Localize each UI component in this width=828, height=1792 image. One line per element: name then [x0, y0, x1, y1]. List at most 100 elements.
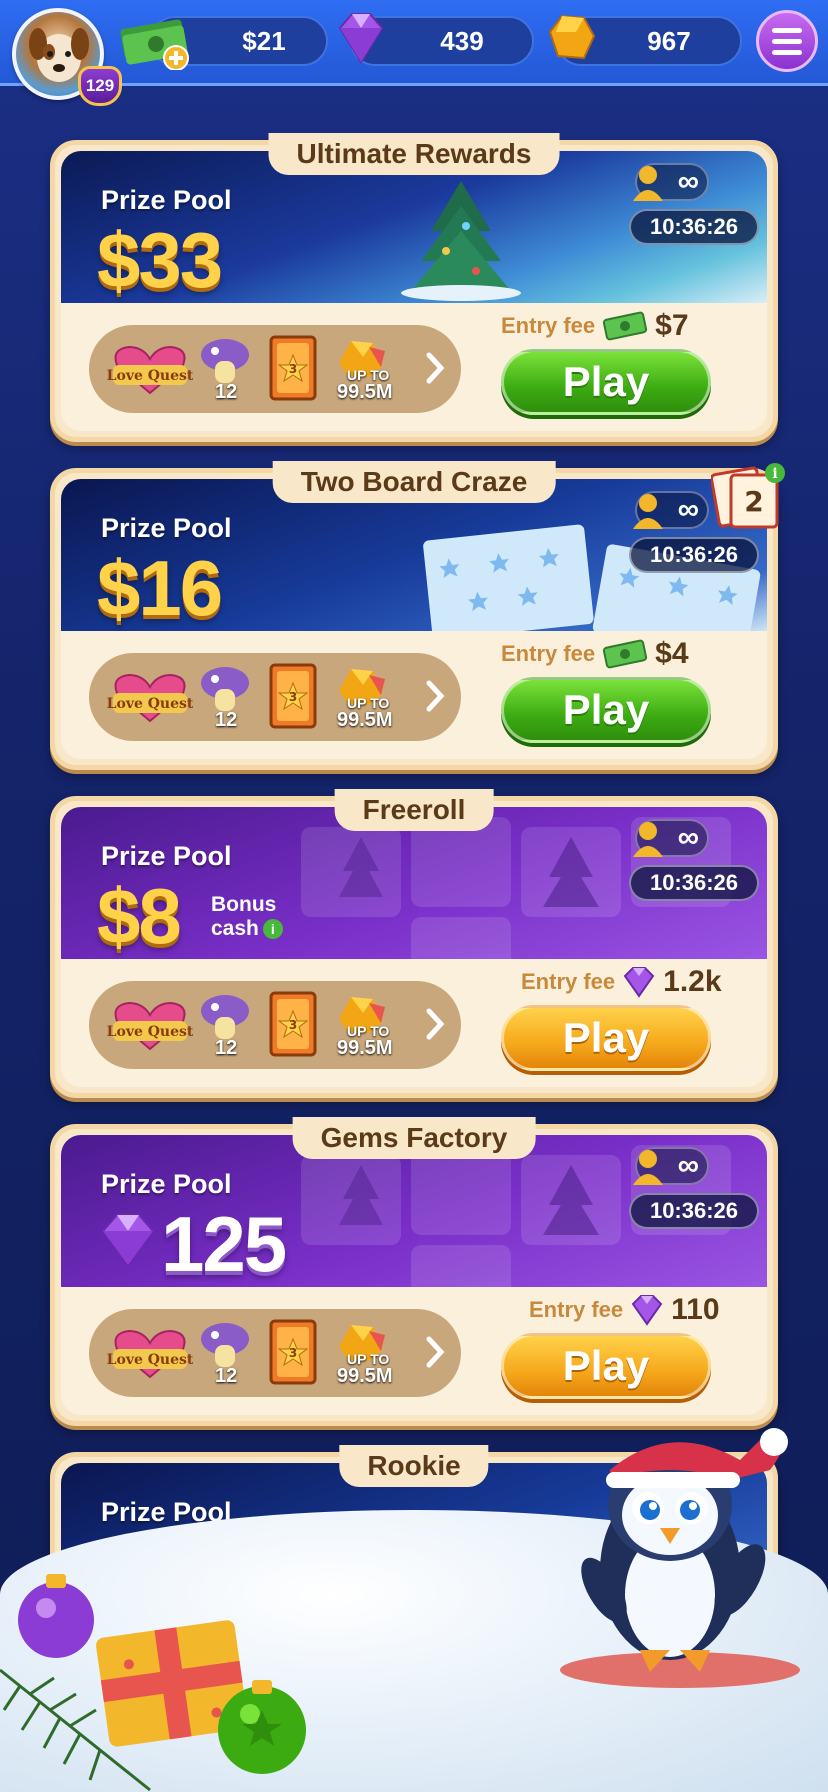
bingo-boards-icon — [423, 524, 761, 631]
gem-value: 439 — [440, 25, 484, 56]
play-button[interactable]: Play — [501, 1333, 711, 1399]
reward-count: 12 — [215, 1037, 238, 1059]
menu-line — [772, 38, 802, 44]
rewards-bar[interactable]: Love Quest 12 3 UP TO 99.5M — [89, 653, 461, 741]
purple-gem-icon — [631, 1295, 663, 1326]
cash-icon — [603, 311, 648, 341]
players-indicator: ∞ — [633, 1147, 709, 1185]
person-icon — [633, 166, 663, 201]
entry-fee-label: Entry fee — [529, 1297, 624, 1322]
star-card-number: 3 — [289, 362, 297, 376]
menu-line — [772, 49, 802, 55]
card-title: Two Board Craze — [272, 461, 556, 503]
svg-text:Love Quest: Love Quest — [107, 1024, 193, 1040]
mushroom-booster-icon — [201, 667, 249, 711]
prize-pool-label: Prize Pool — [101, 185, 232, 215]
timer: 10:36:26 — [629, 865, 759, 901]
timer: 10:36:26 — [629, 537, 759, 573]
players-indicator: ∞ — [633, 163, 709, 201]
card-footer: Love Quest 12 3 UP TO 99.5M — [61, 1287, 767, 1415]
reward-count: 12 — [215, 709, 238, 731]
person-icon — [633, 822, 663, 857]
players-indicator: ∞ — [633, 819, 709, 857]
entry-fee: Entry fee $4 — [501, 637, 689, 671]
star-card-icon: 3 — [269, 991, 317, 1057]
chevron-right-icon — [426, 1008, 445, 1040]
chevron-right-icon — [426, 352, 445, 384]
reward-upto-value: 99.5M — [337, 1365, 393, 1387]
love-quest-icon: Love Quest — [107, 673, 193, 723]
play-button[interactable]: Play — [501, 677, 711, 743]
players-value: ∞ — [677, 1149, 699, 1182]
svg-text:Love Quest: Love Quest — [107, 696, 193, 712]
person-icon — [633, 1150, 663, 1185]
play-button[interactable]: Play — [501, 1005, 711, 1071]
two-board-badge[interactable]: 2 i — [709, 461, 787, 533]
cash-icon — [603, 639, 648, 669]
entry-fee-label: Entry fee — [501, 313, 596, 338]
star-card-number: 3 — [289, 1346, 297, 1360]
double-board-icon: 2 i — [709, 463, 785, 529]
tournament-card-gems-factory[interactable]: Prize Pool 125 ∞ 10:36:26 Gems Factory L… — [50, 1117, 778, 1426]
reward-upto-value: 99.5M — [337, 709, 393, 731]
person-icon — [633, 494, 663, 529]
players-value: ∞ — [677, 165, 699, 198]
purple-gem-icon — [101, 1214, 155, 1267]
rewards-bar[interactable]: Love Quest 12 3 UP TO 99.5M — [89, 325, 461, 413]
chevron-right-icon — [426, 680, 445, 712]
star-card-icon: 3 — [269, 1319, 317, 1385]
menu-button[interactable] — [756, 10, 818, 72]
entry-fee-value: 1.2k — [663, 965, 722, 998]
entry-fee-label: Entry fee — [501, 641, 596, 666]
tournament-card-freeroll[interactable]: Prize Pool $8 Bonus cash i ∞ 10:36:26 Fre… — [50, 789, 778, 1098]
menu-line — [772, 27, 802, 33]
cash-label: cash — [211, 917, 259, 940]
level-badge: 129 — [78, 66, 122, 106]
purple-gem-icon — [623, 967, 655, 998]
rewards-bar[interactable]: Love Quest 12 3 UP TO 99.5M — [89, 981, 461, 1069]
prize-pool-label: Prize Pool — [101, 1169, 232, 1199]
love-quest-icon: Love Quest — [107, 1329, 193, 1379]
svg-text:Love Quest: Love Quest — [107, 368, 193, 384]
cash-value: $21 — [242, 25, 286, 56]
play-button[interactable]: Play — [501, 349, 711, 415]
reward-count: 12 — [215, 1365, 238, 1387]
entry-fee-label: Entry fee — [521, 969, 616, 994]
entry-fee-value: $7 — [655, 309, 689, 342]
mushroom-booster-icon — [201, 995, 249, 1039]
star-card-icon: 3 — [269, 663, 317, 729]
entry-fee: Entry fee $7 — [501, 309, 689, 343]
christmas-tree-icon — [401, 181, 521, 301]
players-indicator: ∞ — [633, 491, 709, 529]
players-value: ∞ — [677, 821, 699, 854]
mushroom-booster-icon — [201, 1323, 249, 1367]
bonus-cash-note: Bonus cash i — [211, 893, 283, 941]
star-card-number: 3 — [289, 1018, 297, 1032]
penguin-mascot-icon — [560, 1428, 800, 1688]
entry-fee-value: $4 — [655, 637, 689, 670]
timer: 10:36:26 — [629, 1193, 759, 1229]
timer: 10:36:26 — [629, 209, 759, 245]
rewards-bar[interactable]: Love Quest 12 3 UP TO 99.5M — [89, 1309, 461, 1397]
reward-upto-value: 99.5M — [337, 1037, 393, 1059]
tournament-card-ultimate-rewards[interactable]: Prize Pool $33 ∞ 10:36:26 Ultimate Rewar… — [50, 133, 778, 442]
entry-fee: Entry fee 1.2k — [521, 965, 722, 999]
star-card-number: 3 — [289, 690, 297, 704]
svg-text:Love Quest: Love Quest — [107, 1352, 193, 1368]
prize-pool-label: Prize Pool — [101, 513, 232, 543]
entry-fee: Entry fee 110 — [529, 1293, 720, 1327]
reward-upto-value: 99.5M — [337, 381, 393, 403]
board-count: 2 — [744, 485, 763, 518]
card-title: Freeroll — [334, 789, 494, 831]
christmas-decor-icon — [0, 1574, 306, 1792]
gold-nugget-icon — [548, 14, 596, 60]
info-icon[interactable]: i — [262, 919, 283, 940]
mushroom-booster-icon — [201, 339, 249, 383]
love-quest-icon: Love Quest — [107, 1001, 193, 1051]
players-value: ∞ — [677, 493, 699, 526]
cash-stack-icon — [120, 19, 189, 70]
tournament-card-two-board-craze[interactable]: Prize Pool $16 ∞ 10:36:26 Two Board Craz… — [50, 461, 785, 770]
love-quest-icon: Love Quest — [107, 345, 193, 395]
prize-amount: 125 — [161, 1200, 287, 1287]
top-bar: 129 $21 439 967 — [0, 0, 828, 106]
